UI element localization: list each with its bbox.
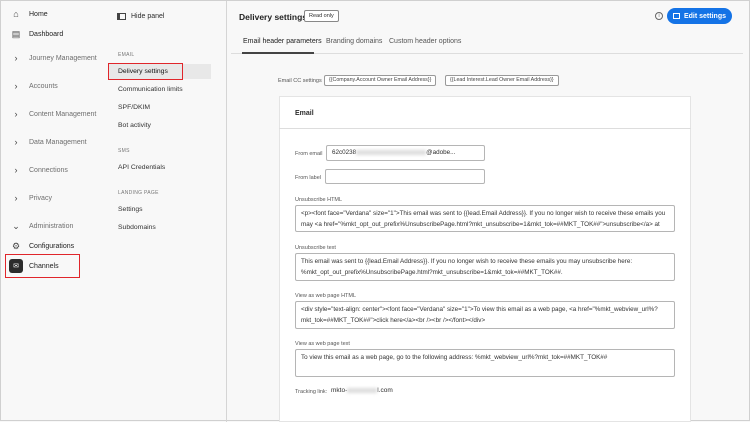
info-icon[interactable]: i	[655, 12, 663, 20]
from-email-label: From email	[295, 151, 323, 157]
nav-accounts[interactable]: › Accounts	[1, 76, 101, 96]
from-email-suffix: @adobe...	[426, 149, 456, 156]
cc-chip: {{Lead Interest.Lead Owner Email Address…	[445, 75, 559, 86]
web-html-label: View as web page HTML	[295, 293, 357, 299]
highlight-box	[5, 254, 80, 278]
nav-label: Accounts	[29, 82, 58, 90]
panel-icon	[117, 13, 126, 20]
tracking-link-label: Tracking link:	[295, 389, 328, 395]
nav-label: Content Management	[29, 110, 97, 118]
chevron-right-icon: ›	[14, 193, 18, 203]
from-label-field[interactable]	[325, 169, 485, 184]
unsubscribe-text-field[interactable]: This email was sent to {{lead.Email Addr…	[295, 253, 675, 281]
nav-connections[interactable]: › Connections	[1, 160, 101, 180]
chevron-down-icon: ⌄	[12, 220, 20, 231]
card-title: Email	[295, 110, 314, 117]
chevron-right-icon: ›	[14, 81, 18, 91]
chevron-right-icon: ›	[14, 109, 18, 119]
web-html-field[interactable]: <div style="text-align: center"><font fa…	[295, 301, 675, 329]
subnav-communication-limits[interactable]: Communication limits	[118, 86, 183, 93]
unsubscribe-html-label: Unsubscribe HTML	[295, 197, 343, 203]
page-title: Delivery settings	[239, 12, 308, 22]
web-text-field[interactable]: To view this email as a web page, go to …	[295, 349, 675, 377]
nav-label: Configurations	[29, 242, 75, 250]
nav-dashboard[interactable]: ▤ Dashboard	[1, 24, 101, 44]
from-label-label: From label	[295, 175, 321, 181]
nav-label: Journey Management	[29, 54, 97, 62]
nav-label: Connections	[29, 166, 68, 174]
subnav-settings[interactable]: Settings	[118, 206, 143, 213]
email-cc-label: Email CC settings	[278, 78, 322, 84]
gear-icon: ⚙	[11, 240, 21, 251]
card-divider	[279, 128, 691, 129]
unsubscribe-html-field[interactable]: <p><font face="Verdana" size="1">This em…	[295, 205, 675, 232]
subnav-spf-dkim[interactable]: SPF/DKIM	[118, 104, 150, 111]
from-email-field[interactable]: 62c0238 @adobe...	[326, 145, 485, 161]
nav-label: Privacy	[29, 194, 52, 202]
tab-branding-domains[interactable]: Branding domains	[326, 38, 382, 45]
unsubscribe-text-label: Unsubscribe text	[295, 245, 336, 251]
nav-label: Data Management	[29, 138, 87, 146]
redacted	[347, 387, 378, 393]
tracking-link-value: mkto-l.com	[331, 387, 393, 394]
chevron-right-icon: ›	[14, 165, 18, 175]
chevron-right-icon: ›	[14, 53, 18, 63]
nav-label: Home	[29, 10, 48, 18]
nav-content-management[interactable]: › Content Management	[1, 104, 101, 124]
tab-custom-header-options[interactable]: Custom header options	[389, 38, 461, 45]
hide-panel-label: Hide panel	[131, 13, 165, 20]
subnav-api-credentials[interactable]: API Credentials	[118, 164, 165, 171]
edit-icon	[672, 13, 680, 19]
nav-label: Dashboard	[29, 30, 64, 38]
home-icon: ⌂	[13, 9, 19, 19]
chevron-right-icon: ›	[14, 137, 18, 147]
edit-settings-label: Edit settings	[683, 12, 726, 20]
nav-home[interactable]: ⌂ Home	[1, 4, 101, 24]
nav-data-management[interactable]: › Data Management	[1, 132, 101, 152]
subnav-bot-activity[interactable]: Bot activity	[118, 122, 151, 129]
cc-chip: {{Company.Account Owner Email Address}}	[324, 75, 437, 86]
web-text-label: View as web page text	[295, 341, 350, 347]
nav-configurations[interactable]: ⚙ Configurations	[1, 236, 101, 256]
tracking-prefix: mkto-	[331, 387, 348, 394]
nav-journey-management[interactable]: › Journey Management	[1, 48, 101, 68]
edit-settings-button[interactable]: Edit settings	[667, 8, 732, 24]
highlight-box	[108, 63, 183, 80]
nav-administration[interactable]: ⌄ Administration	[1, 216, 101, 236]
section-sms: SMS	[118, 148, 130, 154]
tab-email-header-parameters[interactable]: Email header parameters	[243, 38, 322, 45]
nav-privacy[interactable]: › Privacy	[1, 188, 101, 208]
dashboard-icon: ▤	[11, 28, 21, 39]
divider	[226, 1, 227, 422]
hide-panel-button[interactable]: Hide panel	[117, 13, 164, 20]
nav-label: Administration	[29, 222, 74, 230]
section-landing-page: LANDING PAGE	[118, 190, 159, 196]
from-email-prefix: 62c0238	[332, 149, 357, 156]
tracking-suffix: l.com	[377, 387, 393, 394]
redacted	[356, 149, 427, 155]
subnav-subdomains[interactable]: Subdomains	[118, 224, 156, 231]
tab-indicator	[242, 52, 314, 54]
read-only-badge: Read only	[304, 10, 339, 22]
section-email: EMAIL	[118, 52, 135, 58]
